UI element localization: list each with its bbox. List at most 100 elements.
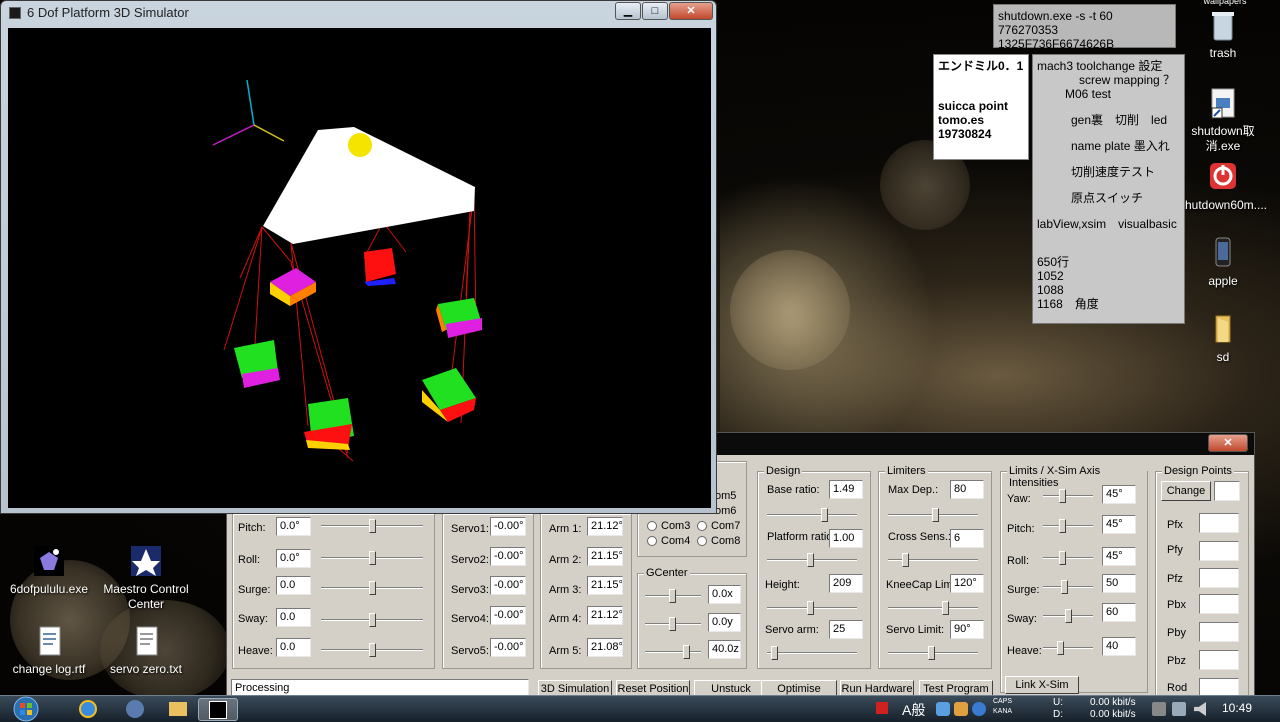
desktop-icon-shutdown60m[interactable]: shutdown60m.... xyxy=(1178,160,1268,213)
folder-icon xyxy=(169,702,187,716)
servo-limit-label: Servo Limit: xyxy=(886,624,945,636)
roll-slider[interactable] xyxy=(321,551,423,565)
base-ratio-slider[interactable] xyxy=(767,508,857,522)
servo-cube xyxy=(422,368,476,422)
taskbar-explorer[interactable] xyxy=(158,698,198,721)
ime-indicator[interactable]: A般 xyxy=(902,700,925,720)
servo-limit-slider[interactable] xyxy=(888,646,978,660)
cross-sens-value[interactable]: 6 xyxy=(950,529,984,548)
axis-value-heave[interactable]: 0.0 xyxy=(276,638,311,657)
servo-arm-slider[interactable] xyxy=(767,646,857,660)
platform-ratio-value[interactable]: 1.00 xyxy=(829,529,863,548)
tray-flag-icon[interactable] xyxy=(876,702,888,714)
maximize-button[interactable]: □ xyxy=(642,2,668,20)
servo3-label: Servo3: xyxy=(451,584,489,596)
pfy-value[interactable] xyxy=(1199,541,1239,561)
gcenter-z-value[interactable]: 40.0z xyxy=(708,640,741,659)
gcenter-y-slider[interactable] xyxy=(645,617,701,631)
xsim-yaw-label: Yaw: xyxy=(1007,493,1031,505)
com3-label: Com3 xyxy=(661,520,691,532)
close-button[interactable]: ✕ xyxy=(669,2,713,20)
change-value[interactable] xyxy=(1214,481,1240,501)
max-dep-slider[interactable] xyxy=(888,508,978,522)
desktop-icon-shutdown-cancel[interactable]: shutdown取消.exe xyxy=(1178,86,1268,154)
windows-logo-icon xyxy=(13,696,39,722)
xsim-pitch-slider[interactable] xyxy=(1043,519,1093,533)
taskbar-simulator[interactable] xyxy=(198,698,238,721)
change-button[interactable]: Change xyxy=(1161,481,1211,501)
taskbar-ie[interactable] xyxy=(68,698,108,721)
xsim-heave-slider[interactable] xyxy=(1043,641,1093,655)
tray-icon[interactable] xyxy=(936,702,950,716)
gcenter-x-slider[interactable] xyxy=(645,589,701,603)
xsim-yaw-slider[interactable] xyxy=(1043,489,1093,503)
height-value[interactable]: 209 xyxy=(829,574,863,593)
app-icon xyxy=(126,700,144,718)
minimize-button[interactable]: ▁ xyxy=(615,2,641,20)
cross-sens-slider[interactable] xyxy=(888,553,978,567)
axis-value-pitch[interactable]: 0.0° xyxy=(276,517,311,536)
desktop-icon-trash[interactable]: trash xyxy=(1178,8,1268,61)
pfz-value[interactable] xyxy=(1199,568,1239,588)
xsim-pitch-label: Pitch: xyxy=(1007,523,1035,535)
xsim-sway-slider[interactable] xyxy=(1043,609,1093,623)
axis-value-surge[interactable]: 0.0 xyxy=(276,576,311,595)
tray-icon[interactable] xyxy=(954,702,968,716)
xsim-yaw-value[interactable]: 45° xyxy=(1102,485,1136,504)
net-meter: 0.00 kbit/s 0.00 kbit/s xyxy=(1090,697,1136,720)
xsim-roll-slider[interactable] xyxy=(1043,551,1093,565)
com4-radio[interactable] xyxy=(647,536,657,546)
axis-value-sway[interactable]: 0.0 xyxy=(276,608,311,627)
axis-value-roll[interactable]: 0.0° xyxy=(276,549,311,568)
com8-radio[interactable] xyxy=(697,536,707,546)
servo-limit-value[interactable]: 90° xyxy=(950,620,984,639)
help-icon[interactable] xyxy=(972,702,986,716)
com7-radio[interactable] xyxy=(697,521,707,531)
xsim-surge-value[interactable]: 50 xyxy=(1102,574,1136,593)
xsim-roll-value[interactable]: 45° xyxy=(1102,547,1136,566)
platform-ratio-slider[interactable] xyxy=(767,553,857,567)
pbx-value[interactable] xyxy=(1199,594,1239,614)
height-slider[interactable] xyxy=(767,601,857,615)
xsim-pitch-value[interactable]: 45° xyxy=(1102,515,1136,534)
simulation-viewport[interactable] xyxy=(8,28,711,508)
pbz-value[interactable] xyxy=(1199,650,1239,670)
base-ratio-value[interactable]: 1.49 xyxy=(829,480,863,499)
desktop-icon-apple[interactable]: apple xyxy=(1178,236,1268,289)
clock[interactable]: 10:49 xyxy=(1222,701,1252,715)
heave-slider[interactable] xyxy=(321,643,423,657)
xsim-heave-label: Heave: xyxy=(1007,645,1042,657)
com3-radio[interactable] xyxy=(647,521,657,531)
link-xsim-button[interactable]: Link X-Sim xyxy=(1005,676,1079,694)
kneecap-slider[interactable] xyxy=(888,601,978,615)
pby-value[interactable] xyxy=(1199,622,1239,642)
gcenter-x-value[interactable]: 0.0x xyxy=(708,585,741,604)
desktop-icon-sd[interactable]: sd xyxy=(1178,312,1268,365)
surge-slider[interactable] xyxy=(321,581,423,595)
tray-icon[interactable] xyxy=(1152,702,1166,716)
gcenter-z-slider[interactable] xyxy=(645,645,701,659)
max-dep-value[interactable]: 80 xyxy=(950,480,984,499)
servo-arm-value[interactable]: 25 xyxy=(829,620,863,639)
desktop-icon-6dofpululu[interactable]: 6dofpululu.exe xyxy=(4,544,94,597)
recycle-bin-icon xyxy=(1206,8,1240,42)
control-close-button[interactable]: ✕ xyxy=(1208,434,1248,452)
platform-3d-render xyxy=(212,79,482,462)
marker-ball xyxy=(348,133,372,157)
servo-cube xyxy=(270,268,316,306)
xsim-surge-slider[interactable] xyxy=(1043,580,1093,594)
close-icon: ✕ xyxy=(1223,437,1233,449)
pfx-value[interactable] xyxy=(1199,513,1239,533)
volume-icon[interactable] xyxy=(1194,702,1206,716)
kneecap-value[interactable]: 120° xyxy=(950,574,984,593)
servo-cube xyxy=(364,248,396,286)
pitch-slider[interactable] xyxy=(321,519,423,533)
taskbar-app[interactable] xyxy=(115,698,155,721)
xsim-sway-value[interactable]: 60 xyxy=(1102,603,1136,622)
xsim-heave-value[interactable]: 40 xyxy=(1102,637,1136,656)
sway-slider[interactable] xyxy=(321,613,423,627)
network-icon[interactable] xyxy=(1172,702,1186,716)
desktop-icon-changelog[interactable]: change log.rtf xyxy=(4,624,94,677)
gcenter-y-value[interactable]: 0.0y xyxy=(708,613,741,632)
start-button[interactable] xyxy=(10,696,42,722)
